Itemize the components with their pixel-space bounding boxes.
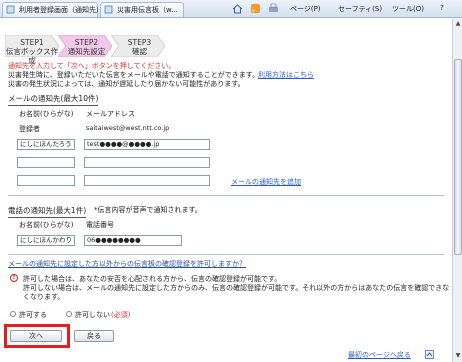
permission-deny-text: 許可しない場合は、メールの通知先に設定した方からのみ、伝言の確認登録が可能です。… (23, 284, 450, 292)
step-1-number: STEP1 (20, 38, 44, 47)
phone-section-title: 電話の通知先(最大1件) (8, 205, 87, 218)
deny-label[interactable]: 許可しない (75, 310, 110, 320)
phone-number-field[interactable]: 06●●●●●●●● (84, 235, 182, 246)
phone-col-number: 電話番号 (86, 221, 114, 229)
page-content: STEP1 伝言ボックス作成 STEP2 通知先設定 STEP3 確認 通知先を入力し… (0, 19, 452, 362)
mail-address-field[interactable] (84, 157, 210, 168)
step-3: STEP3 確認 (111, 35, 165, 57)
registrant-label: 登録者 (19, 125, 40, 133)
arrow-up-icon[interactable] (425, 350, 434, 359)
mail-address-field[interactable] (84, 175, 210, 186)
browser-tab-bar: 利用者登録画面（通知先） 災害用伝言板（w... ページ(P) セーフティ(S)… (0, 0, 462, 18)
mail-col-name: お名前(ひらがな) (19, 110, 74, 118)
step-2-number: STEP2 (74, 38, 99, 47)
permission-deny-text-cont: くなります。 (23, 293, 65, 301)
help-menu[interactable]: ? (440, 4, 444, 12)
next-button[interactable]: 次へ (10, 330, 62, 342)
deny-radio[interactable] (66, 311, 72, 317)
home-icon[interactable] (232, 3, 243, 14)
add-mail-destination-link[interactable]: メールの通知先を追加 (231, 177, 301, 187)
mail-section-title: メールの通知先(最大10件) (8, 93, 99, 106)
mail-name-field[interactable] (17, 175, 75, 186)
how-to-use-link[interactable]: 利用方法はこちら (258, 70, 314, 80)
safety-menu[interactable]: セーフティ(S) (338, 4, 382, 14)
browser-tab-label: 利用者登録画面（通知先） (19, 6, 103, 14)
browser-tab-dengon[interactable]: 災害用伝言板（w... (100, 2, 184, 17)
scroll-down-icon[interactable]: ▼ (454, 352, 462, 360)
warning-icon: ! (10, 274, 18, 282)
step-3-number: STEP3 (127, 38, 152, 47)
back-to-top-link[interactable]: 最初のページへ戻る (348, 350, 411, 360)
instruction-line-3: 災害の発生状況によっては、通知が遅延したり届かない可能性があります。 (8, 80, 245, 88)
permission-question: メールの通知先に設定した方以外からの伝言板の確認登録を許可しますか？ (8, 260, 246, 268)
page-menu[interactable]: ページ(P) (290, 4, 321, 14)
section-divider (8, 195, 444, 196)
phone-section-note: *伝言内容が音声で通知されます。 (94, 206, 202, 214)
phone-col-name: お名前(ひらがな) (19, 221, 74, 229)
vertical-scrollbar[interactable]: ▲ ▼ (452, 19, 462, 362)
page-icon (104, 5, 113, 14)
step-3-title: 確認 (132, 47, 147, 56)
print-icon[interactable] (268, 3, 279, 14)
browser-tab-registration[interactable]: 利用者登録画面（通知先） (2, 2, 103, 17)
scroll-up-icon[interactable]: ▲ (454, 20, 462, 28)
browser-tab-label: 災害用伝言板（w... (117, 6, 178, 14)
step-2: STEP2 通知先設定 (58, 35, 112, 57)
required-badge: (必須) (111, 311, 131, 319)
mail-col-address: メールアドレス (86, 110, 135, 118)
tools-menu[interactable]: ツール(O) (392, 4, 424, 14)
step-1: STEP1 伝言ボックス作成 (5, 35, 59, 65)
registrant-address: saitaiwest@west.ntt.co.jp (86, 124, 170, 132)
page-icon (6, 5, 15, 14)
phone-name-field[interactable]: にしにほんかわり (17, 235, 75, 246)
allow-radio[interactable] (10, 311, 16, 317)
mail-name-field[interactable] (17, 157, 75, 168)
feeds-icon[interactable] (250, 3, 261, 14)
section-divider (8, 254, 444, 255)
back-button[interactable]: 戻る (74, 330, 114, 342)
allow-label[interactable]: 許可する (19, 310, 47, 320)
mail-name-field[interactable]: にしにほんたろう (17, 139, 75, 150)
mail-address-field[interactable]: test●●●●@●●●●.jp (84, 139, 210, 150)
step-2-title: 通知先設定 (67, 47, 106, 56)
scrollbar-thumb[interactable] (454, 59, 462, 255)
